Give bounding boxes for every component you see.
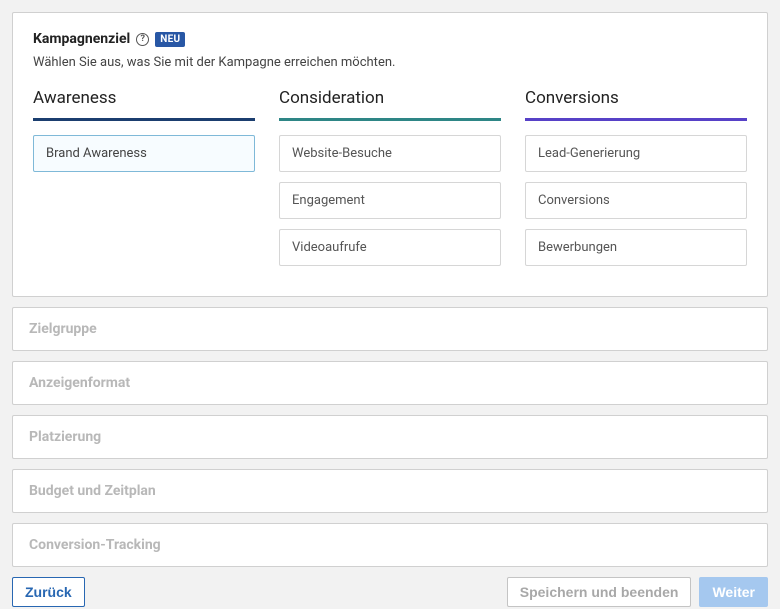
conversions-underline [525, 118, 747, 121]
option-engagement[interactable]: Engagement [279, 182, 501, 219]
consideration-underline [279, 118, 501, 121]
footer-right: Speichern und beenden Weiter [507, 577, 768, 607]
back-button[interactable]: Zurück [12, 577, 85, 607]
consideration-title: Consideration [279, 88, 501, 108]
panel-title: Kampagnenziel [33, 31, 130, 47]
option-job-applications[interactable]: Bewerbungen [525, 229, 747, 266]
option-website-visits[interactable]: Website-Besuche [279, 135, 501, 172]
next-button[interactable]: Weiter [699, 577, 768, 607]
section-conversion-tracking: Conversion-Tracking [12, 523, 768, 567]
section-placement: Platzierung [12, 415, 768, 459]
section-ad-format: Anzeigenformat [12, 361, 768, 405]
conversions-column: Conversions Lead-Generierung Conversions… [525, 88, 747, 276]
option-brand-awareness[interactable]: Brand Awareness [33, 135, 255, 172]
awareness-title: Awareness [33, 88, 255, 108]
objective-columns: Awareness Brand Awareness Consideration … [33, 88, 747, 276]
option-lead-generation[interactable]: Lead-Generierung [525, 135, 747, 172]
option-conversions[interactable]: Conversions [525, 182, 747, 219]
new-badge: NEU [155, 32, 185, 47]
help-icon[interactable]: ? [136, 33, 149, 46]
option-video-views[interactable]: Videoaufrufe [279, 229, 501, 266]
consideration-column: Consideration Website-Besuche Engagement… [279, 88, 501, 276]
panel-title-row: Kampagnenziel ? NEU [33, 31, 747, 47]
footer: Zurück Speichern und beenden Weiter [12, 577, 768, 607]
campaign-objective-panel: Kampagnenziel ? NEU Wählen Sie aus, was … [12, 12, 768, 297]
section-audience: Zielgruppe [12, 307, 768, 351]
panel-subtitle: Wählen Sie aus, was Sie mit der Kampagne… [33, 55, 747, 70]
awareness-underline [33, 118, 255, 121]
save-exit-button[interactable]: Speichern und beenden [507, 577, 692, 607]
conversions-title: Conversions [525, 88, 747, 108]
section-budget-schedule: Budget und Zeitplan [12, 469, 768, 513]
awareness-column: Awareness Brand Awareness [33, 88, 255, 276]
